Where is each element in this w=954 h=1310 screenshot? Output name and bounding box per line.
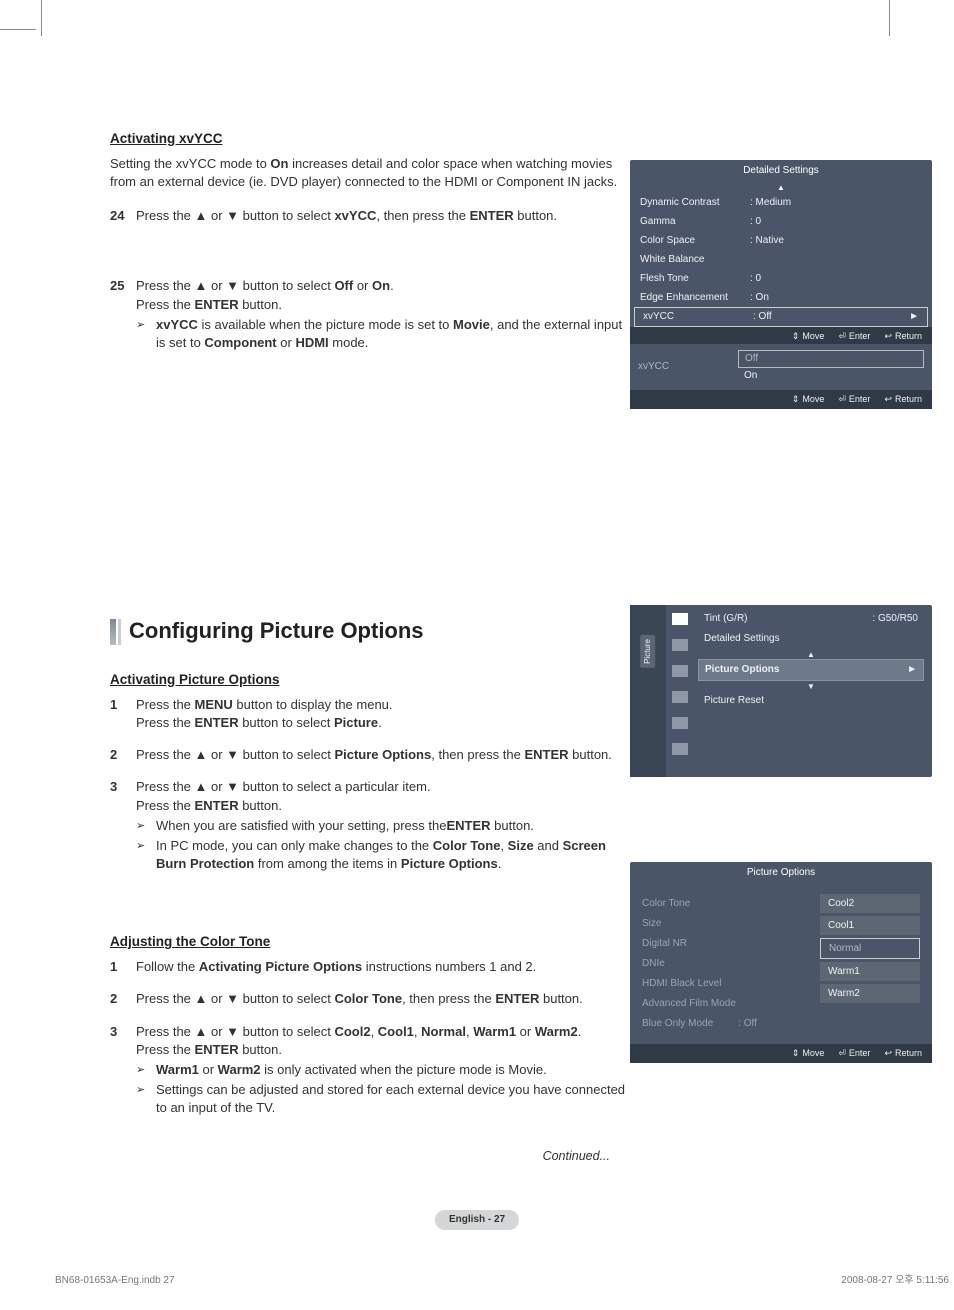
picture-icon	[672, 613, 688, 625]
move-hint: ⇕ Move	[792, 1047, 825, 1060]
crop-mark	[41, 0, 42, 36]
decorative-bar	[110, 619, 116, 645]
step-number: 3	[110, 1023, 136, 1118]
osd-title: Picture Options	[630, 862, 932, 884]
xvycc-label: xvYCC	[638, 360, 728, 374]
print-footer-left: BN68-01653A-Eng.indb 27	[55, 1274, 175, 1288]
crop-mark	[0, 29, 36, 30]
osd-row: Color Space: Native	[630, 231, 932, 250]
osd-row: Size	[642, 914, 808, 934]
arrow-up-icon: ▲	[630, 182, 932, 193]
osd-row: White Balance	[630, 250, 932, 269]
input-icon	[672, 717, 688, 729]
osd-row-selected: xvYCC: Off►	[634, 307, 928, 327]
step-1b: 1 Follow the Activating Picture Options …	[110, 958, 630, 976]
osd-row: Digital NR	[642, 934, 808, 954]
osd-row: Advanced Film Mode	[642, 994, 808, 1014]
options-left-column: Color Tone Size Digital NR DNIe HDMI Bla…	[642, 894, 808, 1034]
continued-label: Continued...	[110, 1148, 930, 1166]
osd-row: Dynamic Contrast: Medium	[630, 193, 932, 212]
osd-row: DNIe	[642, 954, 808, 974]
setup-icon	[672, 691, 688, 703]
osd-row: Color Tone	[642, 894, 808, 914]
osd-picture-menu: Picture Tint (G/R): G50/R50 Detailed Set…	[630, 605, 932, 777]
step-number: 2	[110, 746, 136, 764]
osd-row: Detailed Settings	[698, 629, 924, 649]
note: ➢ Warm1 or Warm2 is only activated when …	[136, 1061, 630, 1079]
osd-detailed-settings: Detailed Settings ▲ Dynamic Contrast: Me…	[630, 160, 932, 346]
move-hint: ⇕ Move	[792, 393, 825, 406]
return-hint: ↩ Return	[884, 393, 922, 406]
heading-config-picture-options: Configuring Picture Options	[129, 616, 424, 647]
heading-activating-xvycc: Activating xvYCC	[110, 130, 930, 149]
step-number: 2	[110, 990, 136, 1008]
print-footer-right: 2008-08-27 오후 5:11:56	[841, 1274, 949, 1288]
option-warm2: Warm2	[820, 984, 920, 1003]
sound-icon	[672, 639, 688, 651]
chevron-icon: ➢	[136, 1061, 150, 1079]
arrow-down-icon: ▼	[698, 681, 924, 691]
step-1a: 1 Press the MENU button to display the m…	[110, 696, 630, 732]
step-number: 1	[110, 958, 136, 976]
arrow-right-icon: ►	[905, 663, 917, 677]
channel-icon	[672, 665, 688, 677]
osd-footer: ⇕ Move ⏎ Enter ↩ Return	[630, 1044, 932, 1063]
note: ➢ xvYCC is available when the picture mo…	[136, 316, 630, 352]
move-hint: ⇕ Move	[792, 330, 825, 343]
step-24: 24 Press the ▲ or ▼ button to select xvY…	[110, 207, 630, 225]
step-3a: 3 Press the ▲ or ▼ button to select a pa…	[110, 778, 630, 873]
decorative-bar	[118, 619, 121, 645]
chevron-icon: ➢	[136, 1081, 150, 1117]
page-number-pill: English - 27	[435, 1210, 519, 1230]
step-25: 25 Press the ▲ or ▼ button to select Off…	[110, 277, 630, 352]
step-3b: 3 Press the ▲ or ▼ button to select Cool…	[110, 1023, 630, 1118]
return-hint: ↩ Return	[884, 1047, 922, 1060]
option-normal-selected: Normal	[820, 938, 920, 959]
enter-hint: ⏎ Enter	[838, 330, 870, 343]
crop-mark	[889, 0, 890, 36]
return-hint: ↩ Return	[884, 330, 922, 343]
application-icon	[672, 743, 688, 755]
step-2a: 2 Press the ▲ or ▼ button to select Pict…	[110, 746, 630, 764]
osd-row-selected: Picture Options►	[698, 659, 924, 681]
enter-hint: ⏎ Enter	[838, 393, 870, 406]
note: ➢ When you are satisfied with your setti…	[136, 817, 630, 835]
xvycc-intro: Setting the xvYCC mode to On increases d…	[110, 155, 630, 191]
chevron-icon: ➢	[136, 817, 150, 835]
osd-footer: ⇕ Move ⏎ Enter ↩ Return	[630, 327, 932, 346]
option-off: Off	[738, 350, 924, 368]
chevron-icon: ➢	[136, 316, 150, 352]
arrow-right-icon: ►	[907, 310, 919, 324]
enter-hint: ⏎ Enter	[838, 1047, 870, 1060]
option-warm1: Warm1	[820, 962, 920, 981]
osd-row: Edge Enhancement: On	[630, 288, 932, 307]
osd-xvycc-popup: xvYCC Off On ⇕ Move ⏎ Enter ↩ Return	[630, 344, 932, 409]
step-number: 3	[110, 778, 136, 873]
osd-row: Gamma: 0	[630, 212, 932, 231]
step-number: 1	[110, 696, 136, 732]
step-number: 24	[110, 207, 136, 225]
osd-footer: ⇕ Move ⏎ Enter ↩ Return	[630, 390, 932, 409]
osd-row: HDMI Black Level	[642, 974, 808, 994]
options-right-column: Cool2 Cool1 Normal Warm1 Warm2	[820, 894, 920, 1034]
osd-row: Blue Only Mode : Off	[642, 1014, 808, 1034]
option-on: On	[738, 368, 924, 384]
step-2b: 2 Press the ▲ or ▼ button to select Colo…	[110, 990, 630, 1008]
option-cool1: Cool1	[820, 916, 920, 935]
side-label-picture: Picture	[640, 635, 655, 668]
osd-row: Tint (G/R): G50/R50	[698, 609, 924, 629]
osd-row: Picture Reset	[698, 691, 924, 711]
option-cool2: Cool2	[820, 894, 920, 913]
sidebar-icons	[666, 605, 694, 777]
note: ➢ Settings can be adjusted and stored fo…	[136, 1081, 630, 1117]
arrow-up-icon: ▲	[698, 649, 924, 659]
note: ➢ In PC mode, you can only make changes …	[136, 837, 630, 873]
osd-row: Flesh Tone: 0	[630, 269, 932, 288]
osd-title: Detailed Settings	[630, 160, 932, 182]
step-number: 25	[110, 277, 136, 352]
osd-picture-options: Picture Options Color Tone Size Digital …	[630, 862, 932, 1063]
chevron-icon: ➢	[136, 837, 150, 873]
